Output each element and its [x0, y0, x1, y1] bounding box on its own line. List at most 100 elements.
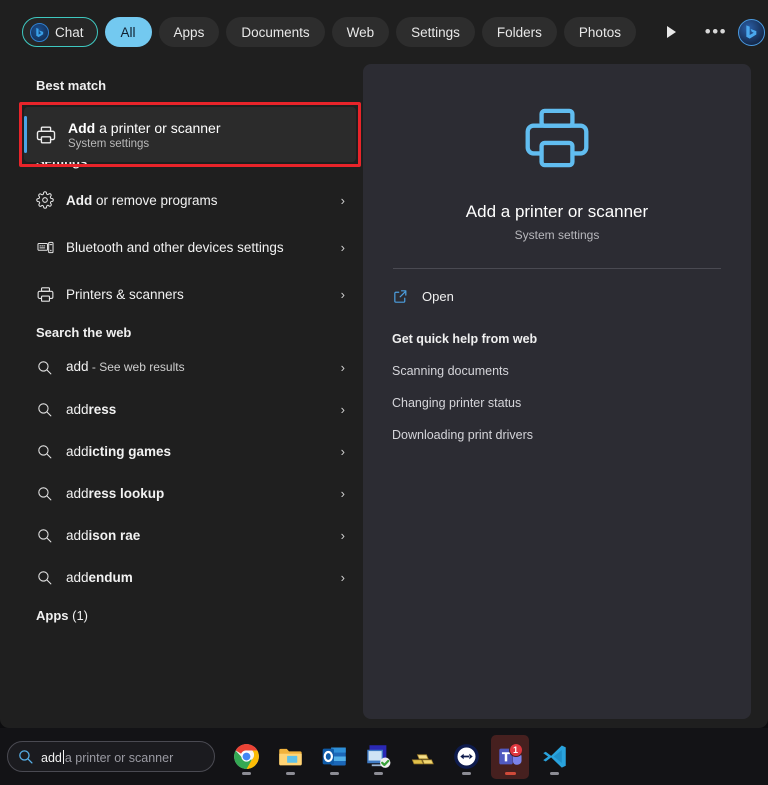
devices-icon [36, 238, 66, 257]
web-suggestion-label: addicting games [66, 443, 172, 459]
filter-pill-apps-label: Apps [173, 24, 205, 40]
taskbar-gold-bars-button[interactable] [403, 735, 441, 779]
taskbar-file-explorer-button[interactable] [271, 735, 309, 779]
quick-help-link-downloading-print-drivers[interactable]: Downloading print drivers [363, 428, 751, 442]
filter-pill-web[interactable]: Web [331, 17, 390, 47]
preview-hero: Add a printer or scanner System settings [363, 64, 751, 242]
filter-pill-chat[interactable]: Chat [22, 17, 98, 47]
quick-help-link-changing-printer-status[interactable]: Changing printer status [363, 396, 751, 410]
open-action-label: Open [422, 289, 454, 304]
filter-pill-all[interactable]: All [104, 17, 152, 47]
results-list: Best match Add a printer or scanner Syst… [0, 64, 363, 728]
filter-pill-folders[interactable]: Folders [481, 17, 557, 47]
search-input[interactable]: add a printer or scanner [7, 741, 215, 772]
search-the-web-heading: Search the web [36, 325, 132, 340]
taskbar-chrome-button[interactable] [227, 735, 265, 779]
settings-item-label: Bluetooth and other devices settings [66, 239, 284, 255]
web-suggestion-label: address [66, 401, 117, 417]
running-indicator [373, 772, 383, 775]
quick-help-heading: Get quick help from web [392, 332, 538, 346]
vscode-icon [541, 743, 568, 770]
filter-pill-settings-label: Settings [411, 24, 460, 40]
teams-notification-badge: 1 [508, 743, 523, 757]
file-explorer-icon [277, 743, 304, 770]
chevron-right-icon: › [340, 569, 345, 585]
filter-pill-web-label: Web [346, 24, 375, 40]
web-suggestion-address-lookup[interactable]: address lookup › [0, 472, 363, 514]
preview-pane: Add a printer or scanner System settings… [363, 64, 751, 719]
taskbar-vscode-button[interactable] [535, 735, 573, 779]
filter-pill-photos[interactable]: Photos [563, 17, 636, 47]
settings-item-label: Add or remove programs [66, 192, 218, 208]
chevron-right-icon: › [340, 443, 345, 459]
web-suggestion-add-see-web-results[interactable]: add - See web results › [0, 346, 363, 388]
web-suggestion-address[interactable]: address › [0, 388, 363, 430]
apps-heading: Apps (1) [36, 608, 88, 623]
filter-pill-photos-label: Photos [578, 24, 621, 40]
settings-item-bluetooth-and-other-devices-settings[interactable]: Bluetooth and other devices settings › [0, 221, 363, 273]
chevron-right-icon: › [340, 401, 345, 417]
settings-item-printers-and-scanners[interactable]: Printers & scanners › [0, 273, 363, 315]
printer-icon [36, 285, 66, 304]
preview-divider [393, 268, 721, 269]
web-suggestion-label: address lookup [66, 485, 165, 501]
search-autocomplete-suggestion: a printer or scanner [64, 751, 174, 765]
chrome-icon [233, 743, 260, 770]
outlook-icon [321, 743, 348, 770]
taskbar-app-buttons: 1 [227, 734, 573, 779]
settings-item-add-or-remove-programs[interactable]: Add or remove programs › [0, 179, 363, 221]
search-input-text: add a printer or scanner [41, 748, 173, 765]
running-indicator [329, 772, 339, 775]
printer-large-icon [520, 101, 594, 180]
taskbar-outlook-button[interactable] [315, 735, 353, 779]
running-indicator [285, 772, 295, 775]
teams-icon: 1 [497, 743, 524, 770]
web-suggestion-label: addison rae [66, 527, 141, 543]
filter-bar: Chat All Apps Documents Web Settings Fol… [0, 0, 768, 64]
filter-pill-documents[interactable]: Documents [226, 17, 325, 47]
chevron-right-icon: › [340, 485, 345, 501]
gear-icon [36, 191, 66, 209]
best-match-text: Add a printer or scanner System settings [68, 120, 221, 150]
filter-pill-documents-label: Documents [241, 24, 310, 40]
search-flyout-panel: Chat All Apps Documents Web Settings Fol… [0, 0, 768, 728]
taskbar: add a printer or scanner 1 [0, 728, 768, 785]
filter-pill-folders-label: Folders [496, 24, 542, 40]
chevron-right-icon: › [340, 359, 345, 375]
best-match-heading: Best match [36, 78, 107, 93]
printer-icon [24, 124, 68, 146]
ellipsis-icon[interactable]: ••• [701, 17, 731, 47]
remote-desktop-icon [365, 743, 392, 770]
running-indicator [241, 772, 251, 775]
selection-accent-bar [24, 116, 27, 153]
filter-pill-chat-label: Chat [55, 24, 84, 40]
preview-subtitle: System settings [514, 228, 600, 242]
web-suggestion-addendum[interactable]: addendum › [0, 556, 363, 598]
filter-pill-all-label: All [120, 24, 136, 40]
running-indicator [504, 772, 516, 775]
quick-help-link-scanning-documents[interactable]: Scanning documents [363, 364, 751, 378]
taskbar-teamviewer-button[interactable] [447, 735, 485, 779]
search-icon [36, 359, 66, 376]
filter-pill-settings[interactable]: Settings [396, 17, 475, 47]
filter-pill-apps[interactable]: Apps [158, 17, 220, 47]
search-icon [36, 485, 66, 502]
search-typed-value: add [41, 751, 62, 765]
taskbar-remote-desktop-button[interactable] [359, 735, 397, 779]
taskbar-teams-button[interactable]: 1 [491, 734, 529, 779]
search-icon [36, 401, 66, 418]
running-indicator [461, 772, 471, 775]
search-icon [17, 748, 34, 765]
web-suggestion-addicting-games[interactable]: addicting games › [0, 430, 363, 472]
bing-chat-icon[interactable] [737, 18, 765, 46]
external-link-icon [392, 288, 409, 305]
play-arrow-icon[interactable] [657, 17, 687, 47]
best-match-subtitle: System settings [68, 137, 150, 150]
open-action-button[interactable]: Open [363, 288, 751, 305]
search-icon [36, 569, 66, 586]
best-match-result-add-a-printer-or-scanner[interactable]: Add a printer or scanner System settings [24, 107, 356, 162]
best-match-section: Best match Add a printer or scanner Syst… [0, 64, 363, 167]
web-suggestion-addison-rae[interactable]: addison rae › [0, 514, 363, 556]
gold-bars-icon [409, 743, 436, 770]
best-match-title: Add a printer or scanner [68, 119, 221, 136]
